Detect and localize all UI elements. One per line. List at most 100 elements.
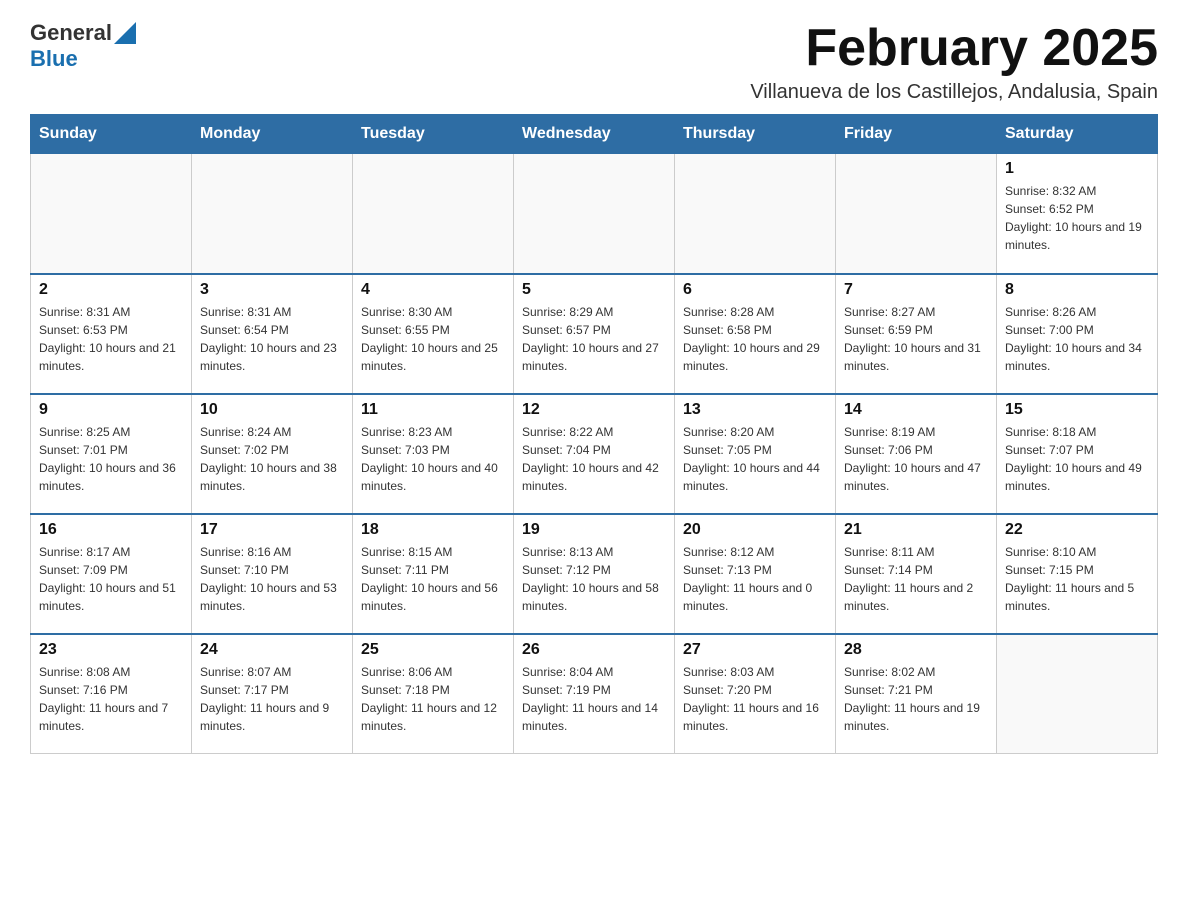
day-number: 13 xyxy=(683,401,827,419)
day-number: 21 xyxy=(844,521,988,539)
day-number: 16 xyxy=(39,521,183,539)
day-info: Sunrise: 8:22 AM Sunset: 7:04 PM Dayligh… xyxy=(522,423,666,495)
week-row-1: 1 Sunrise: 8:32 AM Sunset: 6:52 PM Daylig… xyxy=(31,154,1158,274)
logo-general: General xyxy=(30,20,112,46)
day-number: 10 xyxy=(200,401,344,419)
logo-arrow-icon xyxy=(114,22,136,44)
day-cell: 1 Sunrise: 8:32 AM Sunset: 6:52 PM Daylig… xyxy=(997,154,1158,274)
day-cell xyxy=(192,154,353,274)
day-cell xyxy=(31,154,192,274)
header-row: SundayMondayTuesdayWednesdayThursdayFrid… xyxy=(31,115,1158,154)
day-number: 7 xyxy=(844,281,988,299)
day-number: 20 xyxy=(683,521,827,539)
day-number: 6 xyxy=(683,281,827,299)
week-row-3: 9 Sunrise: 8:25 AM Sunset: 7:01 PM Daylig… xyxy=(31,394,1158,514)
header-thursday: Thursday xyxy=(675,115,836,154)
day-number: 9 xyxy=(39,401,183,419)
day-info: Sunrise: 8:06 AM Sunset: 7:18 PM Dayligh… xyxy=(361,663,505,735)
day-cell: 3 Sunrise: 8:31 AM Sunset: 6:54 PM Daylig… xyxy=(192,274,353,394)
day-info: Sunrise: 8:31 AM Sunset: 6:54 PM Dayligh… xyxy=(200,303,344,375)
week-row-2: 2 Sunrise: 8:31 AM Sunset: 6:53 PM Daylig… xyxy=(31,274,1158,394)
month-title: February 2025 xyxy=(750,20,1158,77)
logo: General Blue xyxy=(30,20,136,72)
logo-blue: Blue xyxy=(30,46,78,72)
day-cell xyxy=(514,154,675,274)
day-number: 1 xyxy=(1005,160,1149,178)
day-info: Sunrise: 8:23 AM Sunset: 7:03 PM Dayligh… xyxy=(361,423,505,495)
day-cell: 10 Sunrise: 8:24 AM Sunset: 7:02 PM Dayli… xyxy=(192,394,353,514)
day-info: Sunrise: 8:12 AM Sunset: 7:13 PM Dayligh… xyxy=(683,543,827,615)
day-number: 25 xyxy=(361,641,505,659)
day-info: Sunrise: 8:16 AM Sunset: 7:10 PM Dayligh… xyxy=(200,543,344,615)
day-number: 19 xyxy=(522,521,666,539)
day-cell: 28Sunrise: 8:02 AM Sunset: 7:21 PM Dayli… xyxy=(836,634,997,754)
day-info: Sunrise: 8:13 AM Sunset: 7:12 PM Dayligh… xyxy=(522,543,666,615)
day-info: Sunrise: 8:17 AM Sunset: 7:09 PM Dayligh… xyxy=(39,543,183,615)
day-cell: 5 Sunrise: 8:29 AM Sunset: 6:57 PM Daylig… xyxy=(514,274,675,394)
day-info: Sunrise: 8:15 AM Sunset: 7:11 PM Dayligh… xyxy=(361,543,505,615)
day-cell: 15Sunrise: 8:18 AM Sunset: 7:07 PM Dayli… xyxy=(997,394,1158,514)
day-cell: 14 Sunrise: 8:19 AM Sunset: 7:06 PM Dayli… xyxy=(836,394,997,514)
day-number: 12 xyxy=(522,401,666,419)
week-row-5: 23 Sunrise: 8:08 AM Sunset: 7:16 PM Dayli… xyxy=(31,634,1158,754)
day-number: 5 xyxy=(522,281,666,299)
day-cell: 9 Sunrise: 8:25 AM Sunset: 7:01 PM Daylig… xyxy=(31,394,192,514)
day-info: Sunrise: 8:08 AM Sunset: 7:16 PM Dayligh… xyxy=(39,663,183,735)
day-cell: 8 Sunrise: 8:26 AM Sunset: 7:00 PM Daylig… xyxy=(997,274,1158,394)
day-info: Sunrise: 8:31 AM Sunset: 6:53 PM Dayligh… xyxy=(39,303,183,375)
header-tuesday: Tuesday xyxy=(353,115,514,154)
day-cell: 26Sunrise: 8:04 AM Sunset: 7:19 PM Dayli… xyxy=(514,634,675,754)
day-number: 17 xyxy=(200,521,344,539)
title-area: February 2025 Villanueva de los Castille… xyxy=(750,20,1158,104)
day-number: 8 xyxy=(1005,281,1149,299)
calendar-table: SundayMondayTuesdayWednesdayThursdayFrid… xyxy=(30,114,1158,754)
day-number: 27 xyxy=(683,641,827,659)
day-cell xyxy=(675,154,836,274)
header-saturday: Saturday xyxy=(997,115,1158,154)
week-row-4: 16 Sunrise: 8:17 AM Sunset: 7:09 PM Dayli… xyxy=(31,514,1158,634)
day-cell: 18 Sunrise: 8:15 AM Sunset: 7:11 PM Dayli… xyxy=(353,514,514,634)
day-number: 23 xyxy=(39,641,183,659)
day-info: Sunrise: 8:03 AM Sunset: 7:20 PM Dayligh… xyxy=(683,663,827,735)
day-info: Sunrise: 8:18 AM Sunset: 7:07 PM Dayligh… xyxy=(1005,423,1149,495)
header-friday: Friday xyxy=(836,115,997,154)
day-info: Sunrise: 8:19 AM Sunset: 7:06 PM Dayligh… xyxy=(844,423,988,495)
day-number: 22 xyxy=(1005,521,1149,539)
day-cell: 17 Sunrise: 8:16 AM Sunset: 7:10 PM Dayli… xyxy=(192,514,353,634)
day-info: Sunrise: 8:20 AM Sunset: 7:05 PM Dayligh… xyxy=(683,423,827,495)
day-number: 18 xyxy=(361,521,505,539)
day-cell: 23 Sunrise: 8:08 AM Sunset: 7:16 PM Dayli… xyxy=(31,634,192,754)
day-number: 11 xyxy=(361,401,505,419)
day-info: Sunrise: 8:11 AM Sunset: 7:14 PM Dayligh… xyxy=(844,543,988,615)
header-sunday: Sunday xyxy=(31,115,192,154)
day-cell: 11 Sunrise: 8:23 AM Sunset: 7:03 PM Dayli… xyxy=(353,394,514,514)
day-cell: 13 Sunrise: 8:20 AM Sunset: 7:05 PM Dayli… xyxy=(675,394,836,514)
day-number: 3 xyxy=(200,281,344,299)
day-cell: 24Sunrise: 8:07 AM Sunset: 7:17 PM Dayli… xyxy=(192,634,353,754)
day-info: Sunrise: 8:24 AM Sunset: 7:02 PM Dayligh… xyxy=(200,423,344,495)
day-cell: 21 Sunrise: 8:11 AM Sunset: 7:14 PM Dayli… xyxy=(836,514,997,634)
day-cell: 6 Sunrise: 8:28 AM Sunset: 6:58 PM Daylig… xyxy=(675,274,836,394)
day-cell: 12 Sunrise: 8:22 AM Sunset: 7:04 PM Dayli… xyxy=(514,394,675,514)
day-info: Sunrise: 8:28 AM Sunset: 6:58 PM Dayligh… xyxy=(683,303,827,375)
day-info: Sunrise: 8:26 AM Sunset: 7:00 PM Dayligh… xyxy=(1005,303,1149,375)
day-cell: 22Sunrise: 8:10 AM Sunset: 7:15 PM Dayli… xyxy=(997,514,1158,634)
day-number: 28 xyxy=(844,641,988,659)
day-cell xyxy=(836,154,997,274)
day-number: 14 xyxy=(844,401,988,419)
day-info: Sunrise: 8:30 AM Sunset: 6:55 PM Dayligh… xyxy=(361,303,505,375)
day-info: Sunrise: 8:29 AM Sunset: 6:57 PM Dayligh… xyxy=(522,303,666,375)
day-cell: 20 Sunrise: 8:12 AM Sunset: 7:13 PM Dayli… xyxy=(675,514,836,634)
day-cell xyxy=(997,634,1158,754)
day-number: 2 xyxy=(39,281,183,299)
day-info: Sunrise: 8:04 AM Sunset: 7:19 PM Dayligh… xyxy=(522,663,666,735)
day-info: Sunrise: 8:25 AM Sunset: 7:01 PM Dayligh… xyxy=(39,423,183,495)
day-cell: 25 Sunrise: 8:06 AM Sunset: 7:18 PM Dayli… xyxy=(353,634,514,754)
day-cell: 2 Sunrise: 8:31 AM Sunset: 6:53 PM Daylig… xyxy=(31,274,192,394)
day-info: Sunrise: 8:32 AM Sunset: 6:52 PM Dayligh… xyxy=(1005,182,1149,254)
day-cell: 16 Sunrise: 8:17 AM Sunset: 7:09 PM Dayli… xyxy=(31,514,192,634)
day-cell: 4Sunrise: 8:30 AM Sunset: 6:55 PM Daylig… xyxy=(353,274,514,394)
header: General Blue February 2025 Villanueva de… xyxy=(30,20,1158,104)
day-cell: 19 Sunrise: 8:13 AM Sunset: 7:12 PM Dayli… xyxy=(514,514,675,634)
day-cell: 27 Sunrise: 8:03 AM Sunset: 7:20 PM Dayli… xyxy=(675,634,836,754)
